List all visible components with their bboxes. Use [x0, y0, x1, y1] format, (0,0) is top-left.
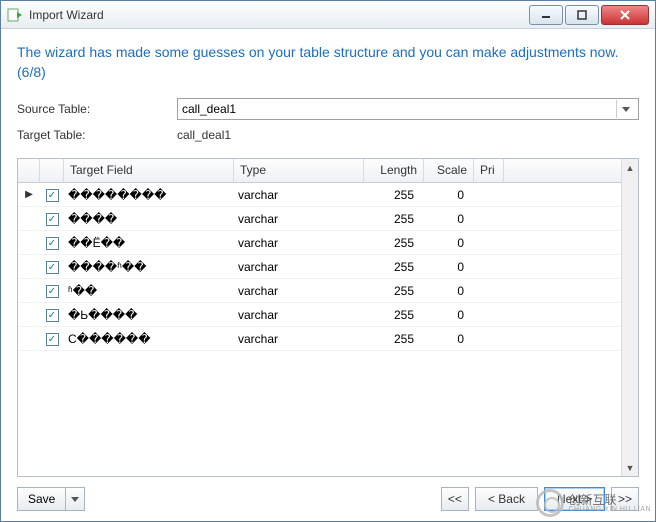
table-row[interactable]: �Ь����varchar2550: [18, 303, 621, 327]
row-checkbox-cell: [40, 307, 64, 323]
cell-target-field[interactable]: C������: [64, 332, 234, 346]
table-body: ▶��������varchar2550����varchar2550��Ë��…: [18, 183, 621, 351]
titlebar: Import Wizard: [1, 1, 655, 29]
cell-scale[interactable]: 0: [424, 260, 474, 274]
source-table-value: call_deal1: [182, 102, 236, 116]
row-checkbox[interactable]: [46, 237, 59, 250]
table-row[interactable]: ����varchar2550: [18, 207, 621, 231]
cell-length[interactable]: 255: [364, 308, 424, 322]
col-target-field[interactable]: Target Field: [64, 159, 234, 182]
content: The wizard has made some guesses on your…: [1, 29, 655, 521]
watermark-text: 创新互联 CHUANG XIN HU LIAN: [568, 494, 651, 513]
maximize-button[interactable]: [565, 5, 599, 25]
col-handle: [18, 159, 40, 182]
close-button[interactable]: [601, 5, 649, 25]
cell-type[interactable]: varchar: [234, 212, 364, 226]
col-length[interactable]: Length: [364, 159, 424, 182]
cell-target-field[interactable]: �Ь����: [64, 308, 234, 322]
cell-scale[interactable]: 0: [424, 308, 474, 322]
row-checkbox[interactable]: [46, 333, 59, 346]
col-checkbox: [40, 159, 64, 182]
save-button-label: Save: [17, 487, 65, 511]
scroll-down-icon[interactable]: ▼: [622, 459, 638, 476]
row-checkbox-cell: [40, 259, 64, 275]
save-dropdown-icon[interactable]: [65, 487, 85, 511]
cell-type[interactable]: varchar: [234, 332, 364, 346]
cell-type[interactable]: varchar: [234, 284, 364, 298]
window: Import Wizard The wizard has made some g…: [0, 0, 656, 522]
scroll-up-icon[interactable]: ▲: [622, 159, 638, 176]
wizard-heading: The wizard has made some guesses on your…: [17, 43, 639, 82]
row-pointer-icon: ▶: [18, 189, 40, 200]
table-row[interactable]: ʱ��varchar2550: [18, 279, 621, 303]
save-button[interactable]: Save: [17, 487, 85, 511]
cell-target-field[interactable]: ʱ��: [64, 284, 234, 298]
row-checkbox[interactable]: [46, 309, 59, 322]
scroll-thumb[interactable]: [622, 176, 638, 459]
cell-length[interactable]: 255: [364, 332, 424, 346]
cell-scale[interactable]: 0: [424, 284, 474, 298]
back-button[interactable]: < Back: [475, 487, 538, 511]
cell-target-field[interactable]: ��������: [64, 188, 234, 202]
row-checkbox[interactable]: [46, 189, 59, 202]
row-checkbox[interactable]: [46, 285, 59, 298]
cell-length[interactable]: 255: [364, 260, 424, 274]
cell-target-field[interactable]: ����: [64, 212, 234, 226]
app-icon: [7, 7, 23, 23]
col-type[interactable]: Type: [234, 159, 364, 182]
cell-target-field[interactable]: ����ʱ��: [64, 260, 234, 274]
first-button[interactable]: <<: [441, 487, 469, 511]
table-header: Target Field Type Length Scale Pri: [18, 159, 621, 183]
cell-length[interactable]: 255: [364, 284, 424, 298]
cell-length[interactable]: 255: [364, 212, 424, 226]
source-table-select[interactable]: call_deal1: [177, 98, 639, 120]
row-checkbox-cell: [40, 235, 64, 251]
row-checkbox-cell: [40, 211, 64, 227]
cell-scale[interactable]: 0: [424, 188, 474, 202]
table-row[interactable]: ��Ë��varchar2550: [18, 231, 621, 255]
cell-type[interactable]: varchar: [234, 236, 364, 250]
table-row[interactable]: ����ʱ��varchar2550: [18, 255, 621, 279]
cell-scale[interactable]: 0: [424, 332, 474, 346]
window-controls: [529, 5, 649, 25]
cell-type[interactable]: varchar: [234, 188, 364, 202]
col-primary[interactable]: Pri: [474, 159, 504, 182]
vertical-scrollbar[interactable]: ▲ ▼: [621, 159, 638, 476]
cell-length[interactable]: 255: [364, 188, 424, 202]
cell-target-field[interactable]: ��Ë��: [64, 236, 234, 250]
source-table-label: Source Table:: [17, 102, 177, 116]
target-table-value: call_deal1: [177, 128, 231, 142]
target-table-row: Target Table: call_deal1: [17, 128, 639, 142]
watermark-logo-icon: [536, 489, 564, 517]
cell-scale[interactable]: 0: [424, 236, 474, 250]
dropdown-icon: [616, 100, 634, 118]
watermark: 创新互联 CHUANG XIN HU LIAN: [536, 489, 651, 517]
row-checkbox-cell: [40, 187, 64, 203]
window-title: Import Wizard: [29, 8, 529, 22]
col-scale[interactable]: Scale: [424, 159, 474, 182]
row-checkbox[interactable]: [46, 261, 59, 274]
target-table-label: Target Table:: [17, 128, 177, 142]
fields-table: Target Field Type Length Scale Pri ▶ ����…: [17, 158, 639, 477]
row-checkbox-cell: [40, 283, 64, 299]
cell-scale[interactable]: 0: [424, 212, 474, 226]
row-checkbox[interactable]: [46, 213, 59, 226]
table-row[interactable]: ▶ ��������varchar2550: [18, 183, 621, 207]
minimize-button[interactable]: [529, 5, 563, 25]
cell-length[interactable]: 255: [364, 236, 424, 250]
cell-type[interactable]: varchar: [234, 308, 364, 322]
table-row[interactable]: C������varchar2550: [18, 327, 621, 351]
source-table-row: Source Table: call_deal1: [17, 98, 639, 120]
row-checkbox-cell: [40, 331, 64, 347]
cell-type[interactable]: varchar: [234, 260, 364, 274]
